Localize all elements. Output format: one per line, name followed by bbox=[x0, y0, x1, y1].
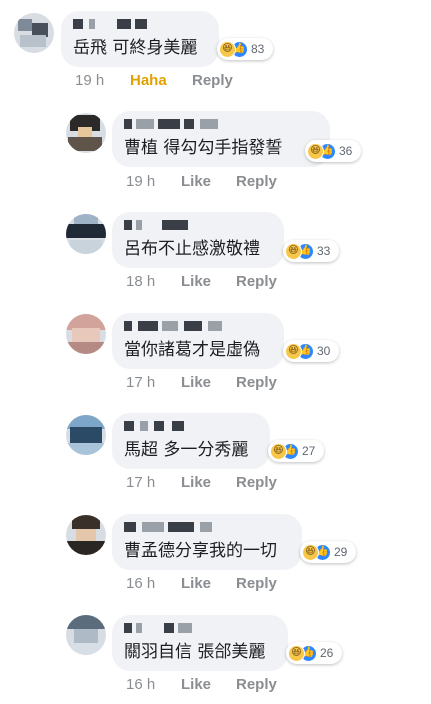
like-button[interactable]: Like bbox=[181, 173, 211, 190]
reaction-count: 33 bbox=[317, 244, 331, 258]
avatar[interactable] bbox=[66, 113, 106, 153]
reaction-button[interactable]: Haha bbox=[130, 72, 167, 89]
avatar[interactable] bbox=[66, 214, 106, 254]
comment-bubble: 關羽自信 張郃美麗 bbox=[112, 615, 288, 671]
reply-button[interactable]: Reply bbox=[236, 173, 277, 190]
comment-bubble: 曹孟德分享我的一切 bbox=[112, 514, 302, 570]
comment-actions: 17 h Like Reply bbox=[126, 474, 326, 494]
reply-button[interactable]: Reply bbox=[236, 575, 277, 592]
reaction-count: 26 bbox=[320, 646, 334, 660]
comment-actions: 16 h Like Reply bbox=[126, 575, 326, 595]
comment-actions: 16 h Like Reply bbox=[126, 676, 326, 696]
commenter-name-blurred[interactable] bbox=[124, 117, 318, 133]
avatar[interactable] bbox=[66, 615, 106, 655]
avatar[interactable] bbox=[14, 13, 54, 53]
reaction-summary[interactable]: 😆 👍 33 bbox=[283, 240, 339, 262]
reaction-count: 29 bbox=[334, 545, 348, 559]
reaction-summary[interactable]: 😆 👍 27 bbox=[268, 440, 324, 462]
comment-actions: 19 h Like Reply bbox=[126, 173, 326, 193]
comment-timestamp[interactable]: 19 h bbox=[126, 173, 155, 190]
avatar[interactable] bbox=[66, 515, 106, 555]
haha-emoji-icon: 😆 bbox=[302, 543, 319, 561]
reaction-count: 27 bbox=[302, 444, 316, 458]
reply-button[interactable]: Reply bbox=[236, 374, 277, 391]
comment-actions: 17 h Like Reply bbox=[126, 374, 326, 394]
reaction-summary[interactable]: 😆 👍 36 bbox=[305, 140, 361, 162]
reaction-count: 83 bbox=[251, 42, 265, 56]
avatar[interactable] bbox=[66, 314, 106, 354]
comment-text: 關羽自信 張郃美麗 bbox=[124, 642, 266, 662]
like-button[interactable]: Like bbox=[181, 575, 211, 592]
comment-timestamp[interactable]: 16 h bbox=[126, 676, 155, 693]
commenter-name-blurred[interactable] bbox=[124, 319, 272, 335]
like-button[interactable]: Like bbox=[181, 474, 211, 491]
commenter-name-blurred[interactable] bbox=[124, 621, 276, 637]
reaction-summary[interactable]: 😆 👍 29 bbox=[300, 541, 356, 563]
comment-item: 當你諸葛才是虛偽 😆 👍 30 17 h Like Reply bbox=[0, 300, 431, 400]
comment-timestamp[interactable]: 16 h bbox=[126, 575, 155, 592]
haha-emoji-icon: 😆 bbox=[270, 442, 287, 460]
reaction-summary[interactable]: 😆 👍 30 bbox=[283, 340, 339, 362]
comment-actions: 19 h Haha Reply bbox=[75, 72, 275, 92]
comments-screen: { "comments": [ {"text":"岳飛 可終身美麗","coun… bbox=[0, 0, 431, 704]
comment-text: 曹孟德分享我的一切 bbox=[124, 541, 277, 561]
comment-timestamp[interactable]: 18 h bbox=[126, 273, 155, 290]
reply-button[interactable]: Reply bbox=[192, 72, 233, 89]
comment-item: 曹孟德分享我的一切 😆 👍 29 16 h Like Reply bbox=[0, 500, 431, 600]
like-button[interactable]: Like bbox=[181, 273, 211, 290]
reply-button[interactable]: Reply bbox=[236, 474, 277, 491]
comment-actions: 18 h Like Reply bbox=[126, 273, 326, 293]
comment-timestamp[interactable]: 19 h bbox=[75, 72, 104, 89]
comment-timestamp[interactable]: 17 h bbox=[126, 374, 155, 391]
comment-timestamp[interactable]: 17 h bbox=[126, 474, 155, 491]
comment-item: 曹植 得勾勾手指發誓 😆 👍 36 19 h Like Reply bbox=[0, 100, 431, 200]
like-button[interactable]: Like bbox=[181, 374, 211, 391]
commenter-name-blurred[interactable] bbox=[124, 419, 258, 435]
comment-bubble: 曹植 得勾勾手指發誓 bbox=[112, 111, 330, 167]
comment-item: 關羽自信 張郃美麗 😆 👍 26 16 h Like Reply bbox=[0, 600, 431, 700]
haha-emoji-icon: 😆 bbox=[307, 142, 324, 160]
reply-button[interactable]: Reply bbox=[236, 273, 277, 290]
comment-text: 當你諸葛才是虛偽 bbox=[124, 340, 260, 360]
reaction-count: 36 bbox=[339, 144, 353, 158]
like-button[interactable]: Like bbox=[181, 676, 211, 693]
comment-bubble: 當你諸葛才是虛偽 bbox=[112, 313, 284, 369]
commenter-name-blurred[interactable] bbox=[73, 17, 207, 33]
comment-text: 曹植 得勾勾手指發誓 bbox=[124, 138, 283, 158]
comment-bubble: 岳飛 可終身美麗 bbox=[61, 11, 219, 67]
comment-bubble: 呂布不止感激敬禮 bbox=[112, 212, 284, 268]
comment-text: 呂布不止感激敬禮 bbox=[124, 239, 260, 259]
avatar[interactable] bbox=[66, 415, 106, 455]
comment-item: 馬超 多一分秀麗 😆 👍 27 17 h Like Reply bbox=[0, 400, 431, 500]
reaction-summary[interactable]: 😆 👍 26 bbox=[286, 642, 342, 664]
comment-text: 馬超 多一分秀麗 bbox=[124, 440, 249, 460]
comment-text: 岳飛 可終身美麗 bbox=[73, 38, 198, 58]
comment-item: 呂布不止感激敬禮 😆 👍 33 18 h Like Reply bbox=[0, 200, 431, 300]
reply-button[interactable]: Reply bbox=[236, 676, 277, 693]
haha-emoji-icon: 😆 bbox=[288, 644, 305, 662]
comment-item: 岳飛 可終身美麗 😆 👍 83 19 h Haha Reply bbox=[0, 0, 431, 100]
haha-emoji-icon: 😆 bbox=[219, 40, 236, 58]
reaction-count: 30 bbox=[317, 344, 331, 358]
commenter-name-blurred[interactable] bbox=[124, 218, 272, 234]
haha-emoji-icon: 😆 bbox=[285, 242, 302, 260]
comment-bubble: 馬超 多一分秀麗 bbox=[112, 413, 270, 469]
reaction-summary[interactable]: 😆 👍 83 bbox=[217, 38, 273, 60]
commenter-name-blurred[interactable] bbox=[124, 520, 290, 536]
haha-emoji-icon: 😆 bbox=[285, 342, 302, 360]
